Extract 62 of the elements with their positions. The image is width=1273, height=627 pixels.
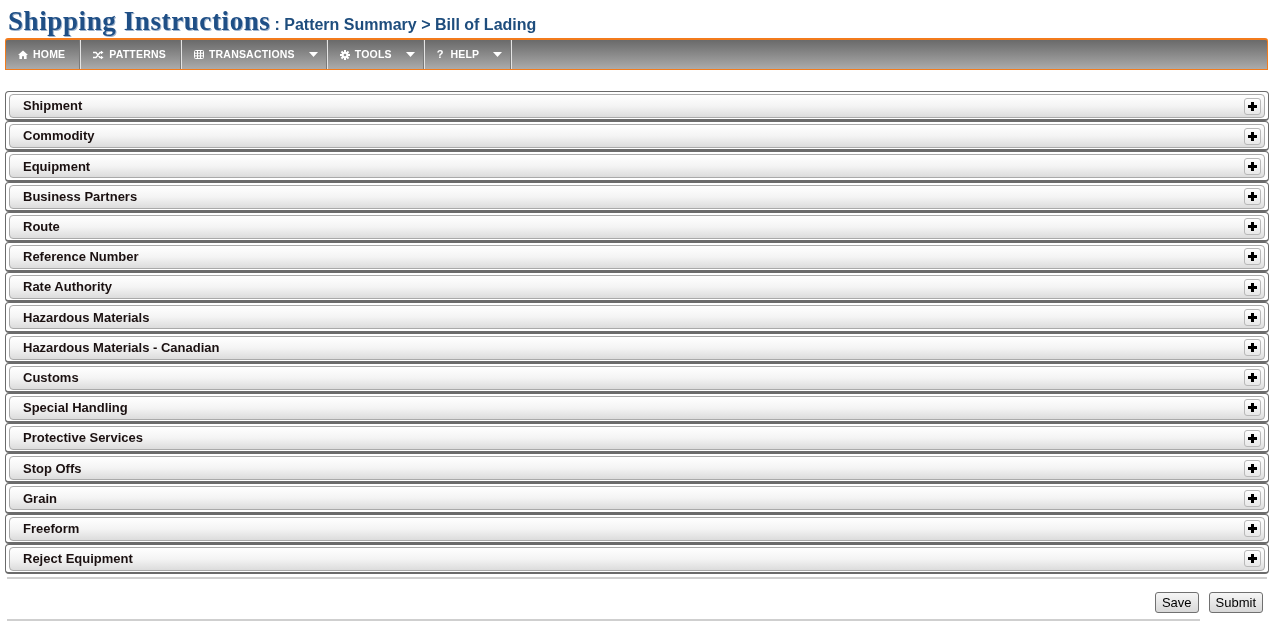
section-title: Special Handling <box>23 399 128 418</box>
section-header[interactable]: Freeform <box>9 516 1265 541</box>
expand-button[interactable] <box>1244 459 1261 477</box>
section-header[interactable]: Stop Offs <box>9 456 1265 481</box>
expand-button[interactable] <box>1244 489 1261 507</box>
question-icon: ? <box>436 46 444 63</box>
section-header[interactable]: Shipment <box>9 94 1265 118</box>
section-title: Commodity <box>23 127 95 146</box>
section-title: Route <box>23 218 60 236</box>
expand-button[interactable] <box>1244 218 1261 236</box>
section-header[interactable]: Business Partners <box>9 184 1265 209</box>
section-header[interactable]: Route <box>9 214 1265 239</box>
section-header[interactable]: Hazardous Materials - Canadian <box>9 335 1265 360</box>
section-title: Reject Equipment <box>23 550 133 569</box>
nav-menu-item[interactable]: ? HELP <box>424 40 513 69</box>
shuffle-icon <box>93 49 105 60</box>
action-button[interactable]: Submit <box>1208 592 1263 613</box>
expand-button[interactable] <box>1244 550 1261 568</box>
section-title: Rate Authority <box>23 278 113 297</box>
expand-button[interactable] <box>1244 369 1261 387</box>
section-title: Hazardous Materials <box>23 308 150 327</box>
section-title: Hazardous Materials - Canadian <box>23 338 220 357</box>
nav-menu-item[interactable]: TRANSACTIONS <box>181 40 328 69</box>
grid-icon <box>193 50 204 59</box>
section-header[interactable]: Equipment <box>9 154 1265 179</box>
section-header[interactable]: Customs <box>9 365 1265 390</box>
section-header[interactable]: Special Handling <box>9 395 1265 420</box>
page-title: Shipping Instructions <box>8 5 271 38</box>
expand-button[interactable] <box>1244 429 1261 447</box>
expand-button[interactable] <box>1244 278 1261 296</box>
section-title: Shipment <box>23 97 83 116</box>
section-title: Protective Services <box>23 429 143 448</box>
section-title: Grain <box>23 489 57 508</box>
action-button[interactable]: Save <box>1154 592 1199 613</box>
expand-button[interactable] <box>1244 188 1261 206</box>
home-icon <box>18 50 28 59</box>
section-header[interactable]: Grain <box>9 486 1265 511</box>
section-header[interactable]: Commodity <box>9 124 1265 149</box>
expand-button[interactable] <box>1244 308 1261 326</box>
expand-button[interactable] <box>1244 399 1261 417</box>
expand-button[interactable] <box>1244 127 1261 145</box>
section-title: Reference Number <box>23 248 139 267</box>
section-title: Equipment <box>23 157 91 176</box>
expand-button[interactable] <box>1244 339 1261 356</box>
section-title: Customs <box>23 368 79 387</box>
expand-button[interactable] <box>1244 520 1261 538</box>
nav-menu-item[interactable]: HOME <box>6 40 82 69</box>
section-title: Stop Offs <box>23 459 82 478</box>
section-header[interactable]: Hazardous Materials <box>9 305 1265 330</box>
nav-menu-item[interactable]: TOOLS <box>327 40 425 69</box>
nav-menu-item[interactable]: PATTERNS <box>81 40 182 69</box>
section-header[interactable]: Rate Authority <box>9 275 1265 300</box>
expand-button[interactable] <box>1244 97 1261 115</box>
section-title: Business Partners <box>23 187 138 206</box>
expand-button[interactable] <box>1244 157 1261 175</box>
section-title: Freeform <box>23 519 80 538</box>
section-header[interactable]: Reference Number <box>9 244 1265 269</box>
expand-button[interactable] <box>1244 248 1261 266</box>
gear-icon <box>339 49 350 60</box>
section-header[interactable]: Protective Services <box>9 426 1265 451</box>
breadcrumb: : Pattern Summary > Bill of Lading <box>274 15 537 35</box>
section-header[interactable]: Reject Equipment <box>9 546 1265 571</box>
